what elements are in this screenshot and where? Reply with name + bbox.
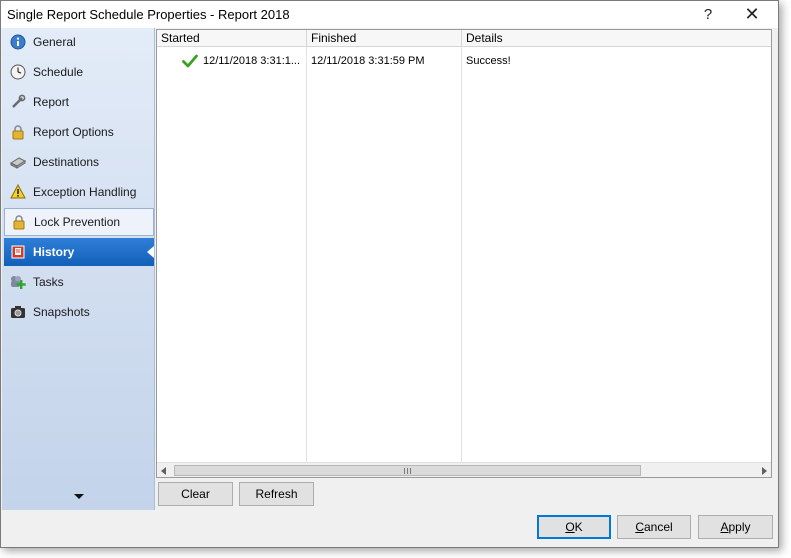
ok-label: K bbox=[574, 520, 583, 534]
title-bar: Single Report Schedule Properties - Repo… bbox=[1, 1, 778, 28]
apply-mnemonic: A bbox=[720, 520, 729, 534]
scroll-thumb[interactable] bbox=[174, 465, 641, 476]
cell-finished: 12/11/2018 3:31:59 PM bbox=[311, 55, 425, 67]
sidebar-item-label: History bbox=[33, 245, 75, 259]
sidebar-item-label: General bbox=[33, 35, 76, 49]
close-button[interactable]: ✕ bbox=[735, 1, 769, 28]
grip-icon bbox=[404, 467, 411, 474]
sidebar-item-label: Report Options bbox=[33, 125, 114, 139]
check-icon bbox=[182, 53, 198, 72]
camera-icon bbox=[9, 303, 27, 321]
history-icon bbox=[9, 243, 27, 261]
sidebar-item-label: Tasks bbox=[33, 275, 64, 289]
sidebar-item-report[interactable]: Report bbox=[4, 88, 154, 116]
sidebar-item-label: Exception Handling bbox=[33, 185, 137, 199]
column-header-started[interactable]: Started bbox=[157, 30, 307, 47]
sidebar-item-destinations[interactable]: Destinations bbox=[4, 148, 154, 176]
sidebar-item-exception-handling[interactable]: Exception Handling bbox=[4, 178, 154, 206]
cancel-mnemonic: C bbox=[635, 520, 644, 534]
sidebar-item-snapshots[interactable]: Snapshots bbox=[4, 298, 154, 326]
sidebar-item-label: Report bbox=[33, 95, 70, 109]
cell-details: Success! bbox=[466, 55, 511, 67]
clear-button[interactable]: Clear bbox=[158, 482, 233, 506]
scroll-left-icon[interactable] bbox=[161, 467, 166, 475]
tasks-icon bbox=[9, 273, 27, 291]
destination-icon bbox=[9, 153, 27, 171]
ok-mnemonic: O bbox=[565, 520, 575, 534]
sidebar-nav: General Schedule Report Report Options D bbox=[2, 28, 155, 510]
sidebar-item-history[interactable]: History bbox=[4, 238, 154, 266]
apply-button[interactable]: Apply bbox=[698, 515, 773, 539]
clock-icon bbox=[9, 63, 27, 81]
history-grid: Started Finished Details 12/11/2018 3:31… bbox=[156, 29, 772, 478]
properties-dialog: Single Report Schedule Properties - Repo… bbox=[0, 0, 779, 548]
sidebar-item-report-options[interactable]: Report Options bbox=[4, 118, 154, 146]
wrench-icon bbox=[9, 93, 27, 111]
lock-icon bbox=[9, 123, 27, 141]
column-header-finished[interactable]: Finished bbox=[307, 30, 462, 47]
scroll-right-icon[interactable] bbox=[762, 467, 767, 475]
refresh-button[interactable]: Refresh bbox=[239, 482, 314, 506]
cancel-button[interactable]: Cancel bbox=[617, 515, 691, 539]
sidebar-item-general[interactable]: General bbox=[4, 28, 154, 56]
sidebar-item-label: Destinations bbox=[33, 155, 100, 169]
horizontal-scrollbar[interactable] bbox=[157, 462, 771, 477]
sidebar-item-label: Schedule bbox=[33, 65, 84, 79]
sidebar-item-label: Lock Prevention bbox=[34, 215, 121, 229]
cancel-label: ancel bbox=[643, 520, 673, 534]
ok-button[interactable]: OK bbox=[537, 515, 611, 539]
cell-started: 12/11/2018 3:31:1... bbox=[203, 55, 301, 67]
help-button[interactable]: ? bbox=[691, 1, 725, 28]
window-title: Single Report Schedule Properties - Repo… bbox=[7, 7, 290, 22]
column-divider bbox=[461, 47, 462, 462]
grid-header: Started Finished Details bbox=[157, 30, 771, 47]
sidebar-item-lock-prevention[interactable]: Lock Prevention bbox=[4, 208, 154, 236]
sidebar-item-label: Snapshots bbox=[33, 305, 90, 319]
column-header-details[interactable]: Details bbox=[462, 30, 771, 47]
sidebar-item-tasks[interactable]: Tasks bbox=[4, 268, 154, 296]
info-icon bbox=[9, 33, 27, 51]
column-divider bbox=[306, 47, 307, 462]
chevron-down-icon[interactable] bbox=[74, 494, 84, 499]
warning-icon bbox=[9, 183, 27, 201]
lock-icon bbox=[10, 213, 28, 231]
apply-label: pply bbox=[728, 520, 751, 534]
sidebar-item-schedule[interactable]: Schedule bbox=[4, 58, 154, 86]
